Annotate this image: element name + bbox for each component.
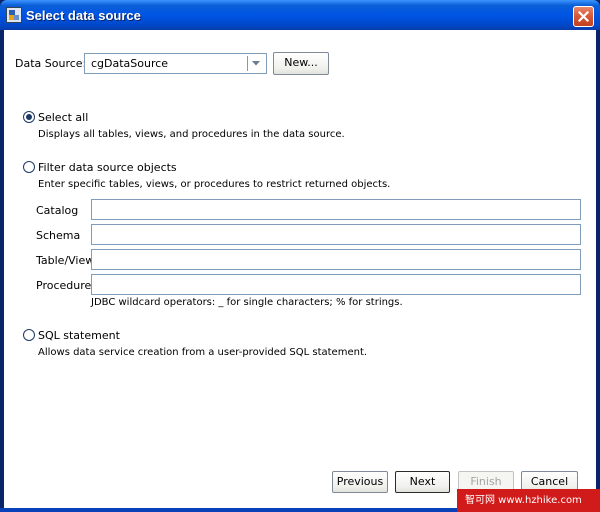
table-view-field[interactable]: [91, 249, 581, 270]
procedure-label: Procedure: [36, 279, 92, 292]
catalog-field[interactable]: [91, 199, 581, 220]
catalog-label: Catalog: [36, 204, 79, 217]
sql-statement-label[interactable]: SQL statement: [38, 329, 120, 342]
combobox-separator: [247, 56, 248, 71]
data-source-label: Data Source:: [15, 57, 87, 70]
next-button[interactable]: Next: [395, 471, 450, 493]
wildcard-hint: JDBC wildcard operators: _ for single ch…: [91, 297, 403, 308]
schema-label: Schema: [36, 229, 81, 242]
radio-sql-statement[interactable]: [23, 329, 35, 341]
chevron-down-icon[interactable]: [252, 61, 260, 66]
window-title: Select data source: [26, 8, 141, 23]
select-all-label[interactable]: Select all: [38, 111, 88, 124]
procedure-field[interactable]: [91, 274, 581, 295]
app-icon: [6, 7, 22, 23]
new-data-source-button[interactable]: New...: [273, 52, 329, 75]
previous-button[interactable]: Previous: [332, 471, 388, 493]
radio-filter-objects[interactable]: [23, 161, 35, 173]
data-source-value: cgDataSource: [91, 57, 169, 70]
bottom-divider: [15, 454, 584, 455]
filter-objects-description: Enter specific tables, views, or procedu…: [38, 179, 391, 190]
sql-statement-description: Allows data service creation from a user…: [38, 347, 368, 358]
table-view-label: Table/View: [36, 254, 95, 267]
data-source-combobox[interactable]: cgDataSource: [84, 53, 267, 74]
select-all-description: Displays all tables, views, and procedur…: [38, 129, 345, 140]
close-icon: [578, 11, 589, 22]
schema-field[interactable]: [91, 224, 581, 245]
top-divider: [15, 86, 584, 87]
title-bar[interactable]: Select data source: [0, 0, 600, 30]
radio-select-all[interactable]: [23, 111, 35, 123]
filter-objects-label[interactable]: Filter data source objects: [38, 161, 177, 174]
radio-selected-dot: [26, 114, 32, 120]
close-button[interactable]: [573, 6, 594, 27]
watermark-banner: 智可网 www.hzhike.com: [457, 489, 600, 512]
